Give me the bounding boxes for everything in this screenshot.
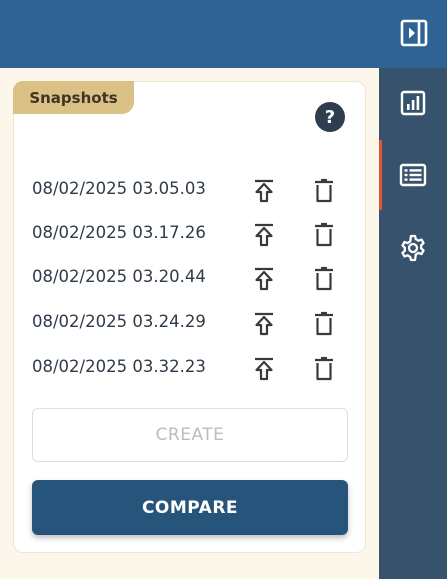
snapshot-timestamp: 08/02/2025 03.17.26 <box>32 223 206 242</box>
snapshot-timestamp: 08/02/2025 03.05.03 <box>32 179 206 198</box>
gear-icon <box>401 234 425 262</box>
help-icon: ? <box>324 106 336 128</box>
create-button[interactable]: CREATE <box>32 408 348 462</box>
delete-snapshot-icon[interactable] <box>312 356 336 382</box>
delete-snapshot-icon[interactable] <box>312 222 336 248</box>
compare-button[interactable]: COMPARE <box>32 480 348 535</box>
sidebar-item-snapshots[interactable] <box>379 140 447 210</box>
delete-snapshot-icon[interactable] <box>312 266 336 292</box>
restore-snapshot-icon[interactable] <box>252 266 276 292</box>
create-button-label: CREATE <box>155 425 225 445</box>
snapshot-row: 08/02/2025 03.05.03 <box>32 169 352 213</box>
report-chart-icon <box>400 90 426 116</box>
sidebar-item-settings[interactable] <box>379 213 447 283</box>
list-icon <box>399 163 427 187</box>
compare-button-label: COMPARE <box>141 497 239 518</box>
snapshot-row: 08/02/2025 03.32.23 <box>32 347 352 391</box>
panel-title: Snapshots <box>29 88 118 107</box>
help-button[interactable]: ? <box>315 102 345 132</box>
delete-snapshot-icon[interactable] <box>312 311 336 337</box>
collapse-panel-button[interactable] <box>399 18 429 48</box>
snapshot-timestamp: 08/02/2025 03.32.23 <box>32 357 206 376</box>
restore-snapshot-icon[interactable] <box>252 356 276 382</box>
snapshot-timestamp: 08/02/2025 03.24.29 <box>32 312 206 331</box>
side-rail <box>379 68 447 579</box>
restore-snapshot-icon[interactable] <box>252 222 276 248</box>
snapshot-row: 08/02/2025 03.20.44 <box>32 257 352 301</box>
sidebar-item-report[interactable] <box>379 68 447 138</box>
snapshot-timestamp: 08/02/2025 03.20.44 <box>32 267 206 286</box>
snapshot-row: 08/02/2025 03.17.26 <box>32 213 352 257</box>
restore-snapshot-icon[interactable] <box>252 311 276 337</box>
top-bar <box>0 0 447 68</box>
delete-snapshot-icon[interactable] <box>312 178 336 204</box>
panel-collapse-icon <box>400 19 428 47</box>
panel-title-tab: Snapshots <box>13 81 134 114</box>
restore-snapshot-icon[interactable] <box>252 178 276 204</box>
snapshot-row: 08/02/2025 03.24.29 <box>32 302 352 346</box>
